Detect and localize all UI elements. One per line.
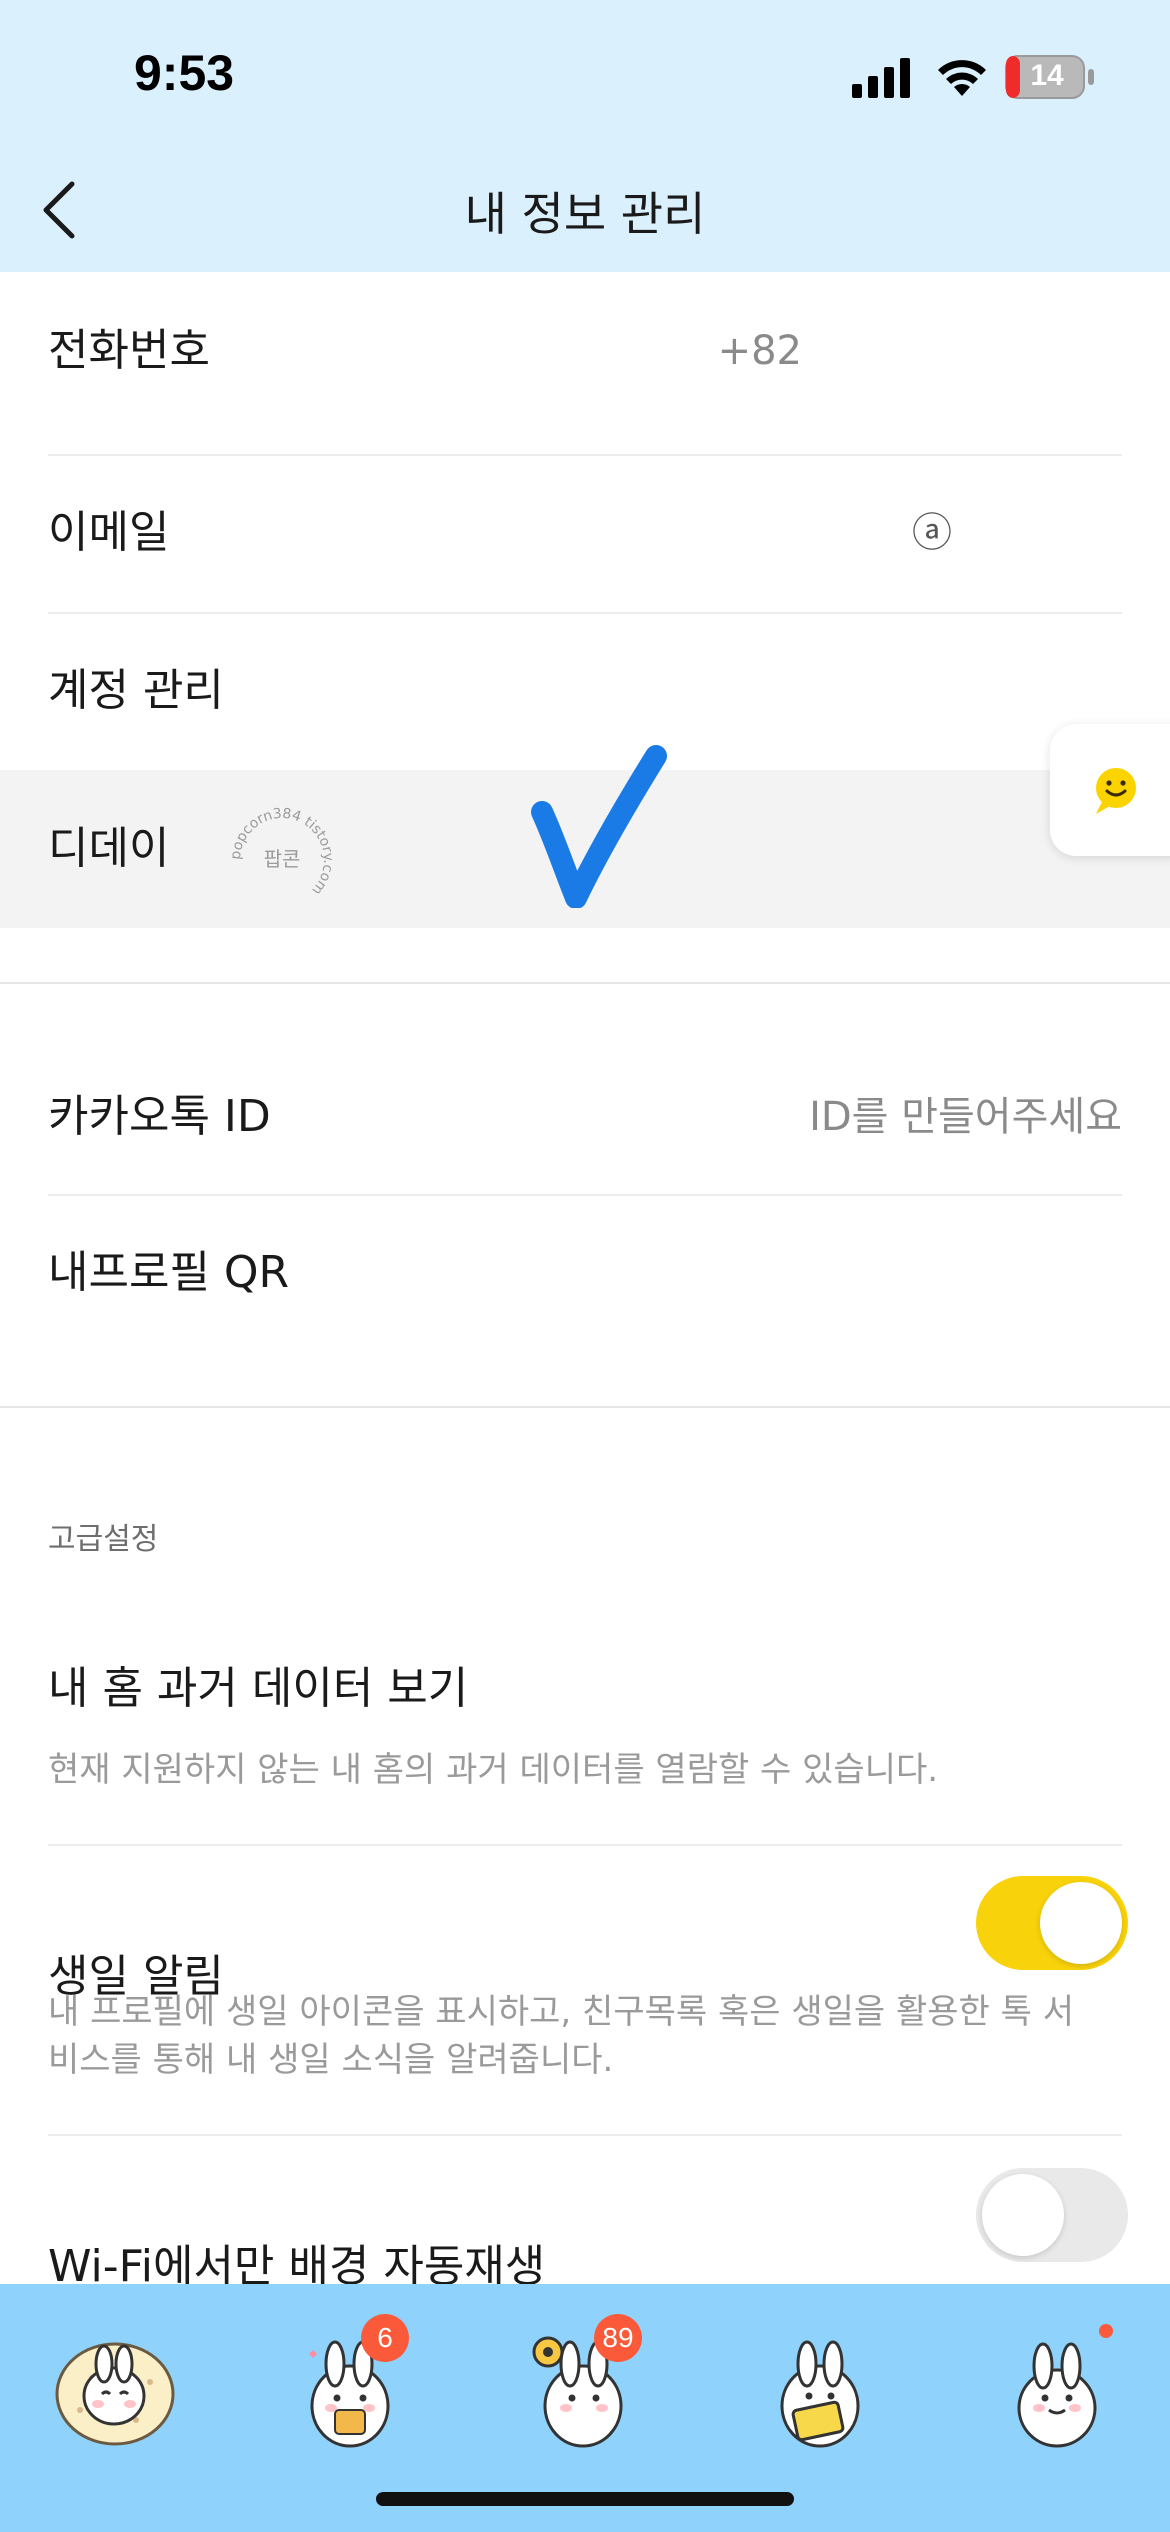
- navigation-bar: 내 정보 관리: [0, 150, 1170, 272]
- watermark-stamp: popcorn384 tistory.com 팝콘: [228, 806, 336, 898]
- kakaotalk-id-value: ID를 만들어주세요: [809, 1094, 1122, 1140]
- advanced-settings-header: 고급설정: [48, 1522, 159, 1557]
- wifi-autoplay-toggle[interactable]: [976, 2168, 1128, 2262]
- openchat-tab[interactable]: 89: [508, 2310, 658, 2460]
- chats-tab[interactable]: 6: [275, 2310, 425, 2460]
- phone-number-label: 전화번호: [48, 325, 210, 376]
- phone-number-value: +82: [717, 328, 802, 374]
- bottom-tab-bar: 6 89: [0, 2284, 1170, 2532]
- email-label: 이메일: [48, 507, 170, 558]
- floating-chat-button[interactable]: [1050, 724, 1170, 856]
- phone-number-row[interactable]: 전화번호 +82: [0, 272, 1170, 430]
- toggle-knob: [1040, 1882, 1122, 1964]
- wifi-icon: [938, 60, 986, 96]
- header-area: 9:53 14 내 정보 관리: [0, 0, 1170, 272]
- kakaotalk-id-label: 카카오톡 ID: [48, 1091, 271, 1142]
- openchat-unread-badge: 89: [594, 2314, 642, 2362]
- checkmark-annotation: [531, 745, 667, 908]
- past-home-data-desc: 현재 지원하지 않는 내 홈의 과거 데이터를 열람할 수 있습니다.: [48, 1750, 939, 1790]
- profile-qr-label: 내프로필 QR: [48, 1247, 290, 1298]
- email-value: ⓐ: [912, 510, 952, 556]
- divider: [48, 2134, 1122, 2136]
- toggle-knob: [982, 2174, 1064, 2256]
- email-row[interactable]: 이메일 ⓐ: [0, 454, 1170, 612]
- section-divider: [0, 982, 1170, 984]
- friends-tab[interactable]: [40, 2310, 190, 2460]
- smiley-chat-icon: [1096, 768, 1136, 814]
- battery-level: 14: [1030, 59, 1064, 92]
- divider: [48, 1844, 1122, 1846]
- profile-qr-row[interactable]: 내프로필 QR: [0, 1194, 1170, 1352]
- page-title: 내 정보 관리: [464, 187, 706, 241]
- svg-text:팝콘: 팝콘: [264, 847, 301, 871]
- kakaotalk-id-row[interactable]: 카카오톡 ID ID를 만들어주세요: [0, 1038, 1170, 1196]
- settings-content: 전화번호 +82 이메일 ⓐ 계정 관리 디데이 카카오톡 ID ID를 만들어…: [0, 272, 1170, 2292]
- home-indicator: [376, 2492, 794, 2506]
- birthday-alert-toggle[interactable]: [976, 1876, 1128, 1970]
- chats-unread-badge: 6: [361, 2314, 409, 2362]
- status-bar: 9:53 14: [0, 0, 1170, 150]
- shopping-tab[interactable]: [745, 2310, 895, 2460]
- shopping-tab-icon: [780, 2340, 860, 2448]
- more-tab-new-dot: [1099, 2324, 1113, 2338]
- cellular-signal-icon: [852, 58, 910, 98]
- past-home-data-title[interactable]: 내 홈 과거 데이터 보기: [48, 1652, 468, 1716]
- dday-label: 디데이: [48, 823, 170, 874]
- more-tab[interactable]: [985, 2310, 1135, 2460]
- section-divider: [0, 1406, 1170, 1408]
- birthday-alert-desc: 내 프로필에 생일 아이콘을 표시하고, 친구목록 혹은 생일을 활용한 톡 서…: [48, 1992, 1075, 2080]
- status-time: 9:53: [134, 45, 235, 101]
- friends-tab-icon: [55, 2342, 175, 2446]
- account-management-label: 계정 관리: [48, 665, 224, 716]
